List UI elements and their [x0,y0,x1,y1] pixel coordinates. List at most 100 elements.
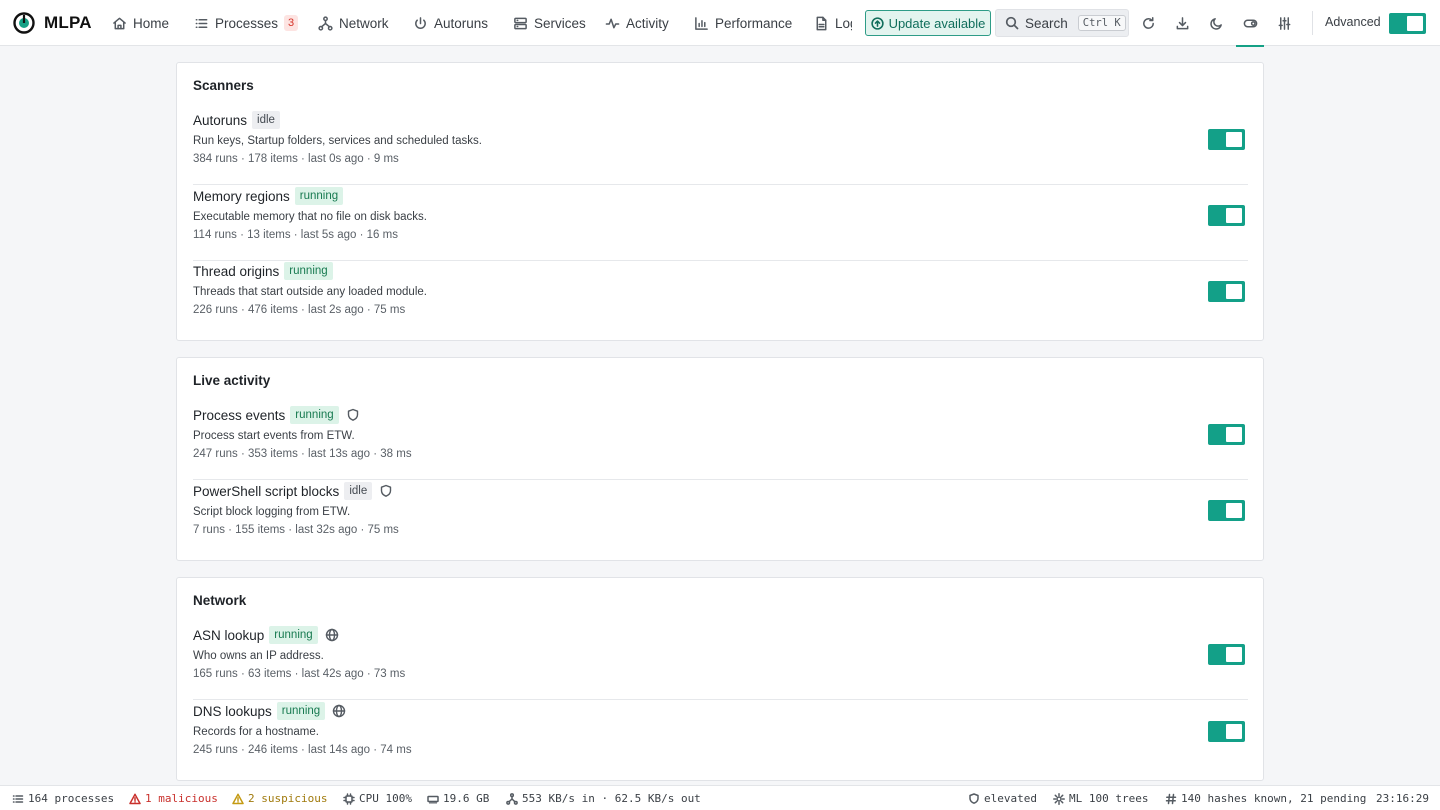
shield-icon [379,484,393,498]
memory-icon [427,795,439,804]
logo-icon [13,12,35,34]
status-badge: running [284,262,333,280]
status-ml: ML 100 trees [1053,792,1148,805]
sliders-icon [1278,16,1290,30]
home-icon [113,17,126,29]
feature-description: Records for a hostname. [193,726,319,738]
status-badge: idle [252,111,280,129]
status-elevated: elevated [968,792,1037,805]
feature-name: PowerShell script blocks [193,483,340,499]
feature-row-autoruns: Autoruns idle Run keys, Startup folders,… [193,109,1248,185]
status-badge: idle [344,482,373,500]
nav-processes[interactable]: Processes 3 [194,0,299,46]
feature-name: Thread origins [193,263,280,279]
nav-activity[interactable]: Activity [605,0,669,46]
advanced-toggle[interactable] [1389,13,1426,34]
status-memory: 19.6 GB [427,792,489,805]
network-throughput: 553 KB/s in · 62.5 KB/s out [522,792,701,805]
nav-label: Autoruns [434,15,489,31]
feature-stats: 165 runs · 63 items · last 42s ago · 73 … [193,668,406,680]
nav-services[interactable]: Services [513,0,586,46]
feature-toggle-powershell-script-blocks[interactable] [1208,500,1245,521]
nav-label: Home [133,15,170,31]
power-icon [415,16,426,29]
nav-log[interactable]: Log [814,0,852,46]
nav-label: Network [339,15,389,31]
feature-name: ASN lookup [193,627,265,643]
nav-autoruns[interactable]: Autoruns [413,0,488,46]
feature-toggle-memory-regions[interactable] [1208,205,1245,226]
feature-stats: 7 runs · 155 items · last 32s ago · 75 m… [193,524,399,536]
nav-label: Activity [626,15,669,31]
feature-name: Process events [193,407,286,423]
feature-row-asn-lookup: ASN lookup running Who owns an IP addres… [193,624,1248,700]
globe-icon [332,704,346,718]
network-icon [506,792,518,805]
status-badge: running [276,702,326,720]
settings-sliders-button[interactable] [1270,9,1298,37]
section-title: Live activity [193,373,271,388]
status-badge: running [269,626,318,644]
download-button[interactable] [1168,9,1196,37]
nav-home[interactable]: Home [112,0,169,46]
globe-icon [325,628,339,642]
elevation-status: elevated [984,792,1037,805]
feature-toggle-asn-lookup[interactable] [1208,644,1245,665]
server-icon [514,17,527,29]
status-badge: running [294,187,344,205]
feature-description: Who owns an IP address. [193,650,324,662]
malicious-count: 1 malicious [145,792,218,805]
status-suspicious[interactable]: 2 suspicious [232,792,327,805]
hash-icon [1165,793,1177,804]
feature-stats: 384 runs · 178 items · last 0s ago · 9 m… [193,153,399,165]
feature-row-dns-lookups: DNS lookups running Records for a hostna… [193,700,1248,776]
app-name: MLPA [44,13,92,32]
activity-icon [605,18,620,28]
memory-usage: 19.6 GB [443,792,490,805]
status-processes[interactable]: 164 processes [12,792,114,805]
nav-performance[interactable]: Performance [694,0,792,46]
upload-circle-icon [870,16,884,30]
feature-description: Run keys, Startup folders, services and … [193,135,482,147]
status-badge: running [290,406,339,424]
ml-model-status: ML 100 trees [1069,792,1149,805]
feature-row-process-events: Process events running Process start eve… [193,404,1248,480]
feature-row-memory-regions: Memory regions running Executable memory… [193,185,1248,261]
cpu-usage: CPU 100% [359,792,412,805]
status-clock: 23:16:29 [1376,792,1429,805]
refresh-button[interactable] [1134,9,1162,37]
processes-count: 164 processes [28,792,115,805]
feature-toggle-autoruns[interactable] [1208,129,1245,150]
nav-network[interactable]: Network [318,0,389,46]
search-label: Search [1025,15,1068,31]
feature-toggle-process-events[interactable] [1208,424,1245,445]
update-available-button[interactable]: Update available [865,10,991,36]
feature-description: Process start events from ETW. [193,430,355,442]
nav-label: Processes [215,15,279,31]
toolbar-divider [1312,11,1313,35]
processes-count-badge: 3 [284,15,299,31]
document-icon [816,16,827,30]
status-bar: 164 processes 1 malicious 2 suspicious C… [0,785,1440,810]
download-icon [1176,16,1188,29]
warning-triangle-icon [232,793,244,804]
list-icon [195,18,208,28]
brand[interactable]: MLPA [13,11,92,35]
search-input[interactable]: Search Ctrl K [995,9,1129,37]
theme-toggle-button[interactable] [1202,9,1230,37]
features-toggle-button[interactable] [1236,9,1264,47]
feature-name: Autoruns [193,112,248,128]
feature-name: Memory regions [193,188,290,204]
section-title: Scanners [193,78,254,93]
feature-toggle-dns-lookups[interactable] [1208,721,1245,742]
section-title: Network [193,593,247,608]
feature-stats: 114 runs · 13 items · last 5s ago · 16 m… [193,229,398,241]
feature-toggle-thread-origins[interactable] [1208,281,1245,302]
status-network: 553 KB/s in · 62.5 KB/s out [506,792,701,805]
bar-chart-icon [695,16,708,30]
status-malicious[interactable]: 1 malicious [129,792,218,805]
feature-row-powershell-script-blocks: PowerShell script blocks idle Script blo… [193,480,1248,556]
feature-description: Script block logging from ETW. [193,506,351,518]
clock: 23:16:29 [1376,792,1429,805]
feature-description: Threads that start outside any loaded mo… [193,286,427,298]
